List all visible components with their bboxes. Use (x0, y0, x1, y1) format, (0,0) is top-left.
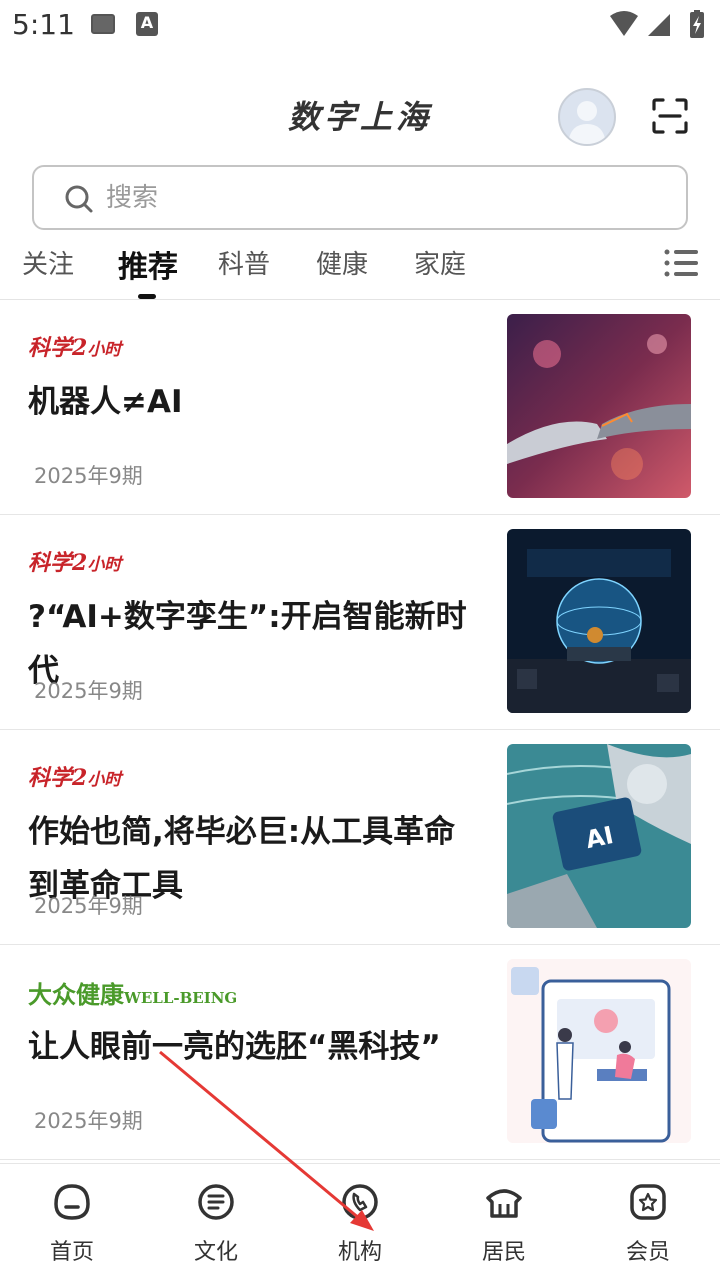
article-card[interactable]: 科学2小时 ?“AI+数字孪生”:开启智能新时代 2025年9期 (0, 515, 720, 730)
nav-member[interactable]: 会员 (576, 1180, 720, 1266)
digital-twin-globe-image (507, 529, 691, 713)
scan-icon[interactable] (652, 98, 688, 134)
font-notification-icon: A (136, 12, 158, 36)
source-logo: 科学2小时 (28, 765, 122, 791)
tab-recommend[interactable]: 推荐 (118, 242, 178, 286)
tab-follow[interactable]: 关注 (22, 244, 74, 281)
institution-icon (342, 1184, 378, 1220)
nav-home[interactable]: 首页 (0, 1180, 144, 1266)
robot-handshake-image (507, 314, 691, 498)
nav-label: 文化 (193, 1240, 238, 1265)
article-card[interactable]: 大众健康WELL-BEING 让人眼前一亮的选胚“黑科技” 2025年9期 (0, 945, 720, 1160)
avatar-icon (568, 101, 606, 144)
user-avatar[interactable] (558, 88, 616, 146)
doctor-patient-illustration (507, 959, 691, 1143)
nav-label: 居民 (481, 1240, 526, 1265)
nav-label: 会员 (625, 1240, 670, 1265)
category-tabs: 关注 推荐 科普 健康 家庭 (0, 240, 720, 300)
nav-culture[interactable]: 文化 (144, 1180, 288, 1266)
nav-resident[interactable]: 居民 (432, 1180, 576, 1266)
status-bar: 5:11 A (0, 0, 720, 50)
article-date: 2025年9期 (34, 1109, 143, 1133)
article-date: 2025年9期 (34, 894, 143, 918)
resident-icon (486, 1189, 522, 1218)
article-date: 2025年9期 (34, 679, 143, 703)
tab-menu-icon[interactable] (664, 248, 698, 278)
article-card[interactable]: 科学2小时 作始也简,将毕必巨:从工具革命到革命工具 2025年9期 AI (0, 730, 720, 945)
active-tab-indicator (138, 294, 156, 299)
article-title: 让人眼前一亮的选胚“黑科技” (28, 1029, 441, 1065)
article-title: 机器人≠AI (28, 384, 183, 420)
signal-battery-icon (610, 10, 704, 38)
status-time: 5:11 (12, 8, 75, 41)
robot-ai-chip-image: AI (507, 744, 691, 928)
home-icon (54, 1184, 90, 1220)
image-notification-icon (91, 14, 115, 34)
search-input[interactable] (106, 179, 646, 217)
search-bar[interactable] (32, 165, 688, 230)
member-icon (630, 1184, 666, 1220)
source-logo: 科学2小时 (28, 335, 122, 361)
article-card[interactable]: 科学2小时 机器人≠AI 2025年9期 (0, 300, 720, 515)
search-icon (65, 185, 93, 213)
bottom-navigation: 首页 文化 机构 居民 会员 (0, 1163, 720, 1280)
tab-health[interactable]: 健康 (316, 244, 368, 281)
svg-text:AI: AI (583, 821, 616, 854)
source-logo: 科学2小时 (28, 550, 122, 576)
source-logo: 大众健康WELL-BEING (28, 980, 238, 1009)
tab-family[interactable]: 家庭 (414, 244, 466, 281)
nav-institution[interactable]: 机构 (288, 1180, 432, 1266)
article-date: 2025年9期 (34, 464, 143, 488)
tab-science[interactable]: 科普 (218, 244, 270, 281)
nav-label: 首页 (49, 1240, 94, 1265)
nav-label: 机构 (337, 1240, 382, 1265)
culture-icon (198, 1184, 234, 1220)
